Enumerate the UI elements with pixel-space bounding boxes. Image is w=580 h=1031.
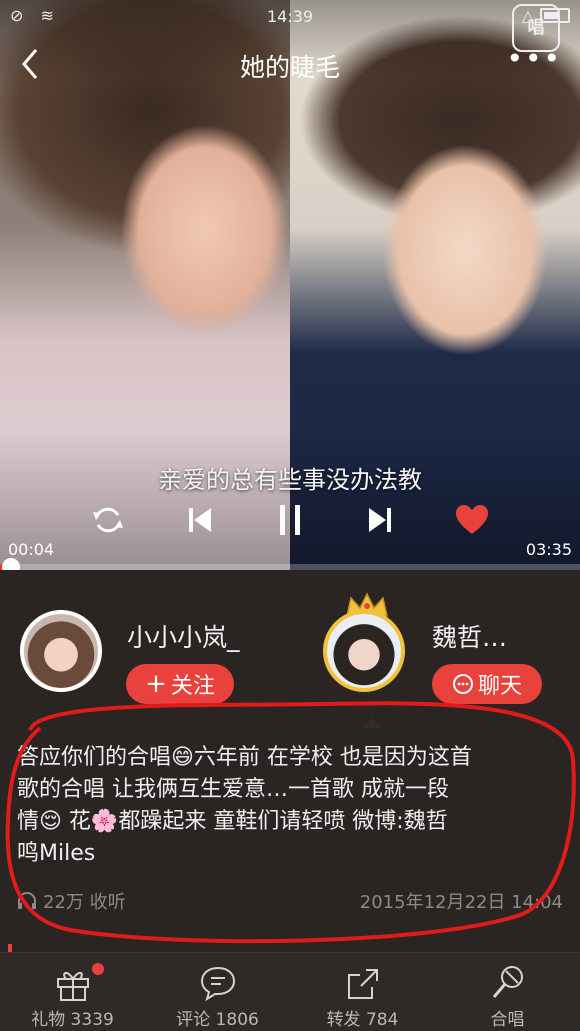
description-line: 答应你们的合唱😄六年前 在学校 也是因为这首 [17,745,472,770]
plus-icon: + [145,669,167,699]
player-controls [0,498,580,548]
chat-button[interactable]: 聊天 [432,664,542,704]
song-info: 小小小岚_ + 关注 魏哲… 聊天 答应你们的合唱😄六年前 在学校 也是因为这首… [0,570,580,950]
bottom-tab-bar: 礼物 3339 评论 1806 转发 784 合唱 [0,952,580,1031]
progress-knob[interactable] [2,558,21,570]
song-title: 她的睫毛 [239,53,340,82]
like-button[interactable] [452,498,492,542]
next-button[interactable] [360,498,400,542]
avatar [20,610,102,692]
tab-share[interactable]: 转发 784 [290,953,435,1031]
chat-bubble-icon [452,674,473,694]
description-line: 歌的合唱 让我俩互生爱意…一首歌 成就一段 [17,777,449,802]
notification-dot [92,963,104,975]
heart-icon [456,505,488,534]
skip-forward-icon [369,508,391,532]
singer-a-name[interactable]: 小小小岚_ [127,618,240,654]
description-line: 情😌 花🌸都躁起来 童鞋们请轻喷 微博:魏哲 [17,809,448,834]
singer-b-name[interactable]: 魏哲… [432,618,507,654]
comment-icon [200,966,235,1001]
song-description: 答应你们的合唱😄六年前 在学校 也是因为这首 歌的合唱 让我俩互生爱意…一首歌 … [17,742,565,870]
lyric-line: 亲爱的总有些事没办法教 [158,466,422,494]
avatar [323,610,405,692]
nav-bar: 她的睫毛 唱 ••• [0,4,580,94]
share-icon [347,969,378,999]
duet-video[interactable]: ⊘ ≋ 14:39 △ 她的睫毛 唱 ••• 亲爱的总有些事没办法教 00:04… [0,0,580,570]
singer-b-avatar[interactable] [323,610,405,692]
pause-button[interactable] [270,498,310,542]
listen-count: 22万 收听 [43,892,126,913]
gift-icon [56,972,89,1001]
skip-back-icon [189,508,211,532]
more-button[interactable]: ••• [506,45,562,73]
pause-icon [280,505,300,535]
loop-button[interactable] [88,498,128,542]
publish-date: 2015年12月22日 14:04 [359,892,563,913]
description-line: 鸣Miles [17,841,96,866]
current-time: 00:04 [8,540,55,559]
previous-button[interactable] [180,498,220,542]
app: ⊘ ≋ 14:39 △ 她的睫毛 唱 ••• 亲爱的总有些事没办法教 00:04… [0,0,580,1031]
loop-icon [93,507,123,533]
headphones-icon [18,892,36,909]
follow-button[interactable]: + 关注 [126,664,234,704]
tab-chorus[interactable]: 合唱 [435,953,580,1031]
tab-gift[interactable]: 礼物 3339 [0,953,145,1031]
status-time: 14:39 [266,7,314,26]
tab-comment[interactable]: 评论 1806 [145,953,290,1031]
chorus-mic-icon [492,966,523,998]
singer-a-avatar[interactable] [20,610,102,692]
status-bar: ⊘ ≋ 14:39 △ [0,0,580,34]
total-time: 03:35 [525,540,572,559]
